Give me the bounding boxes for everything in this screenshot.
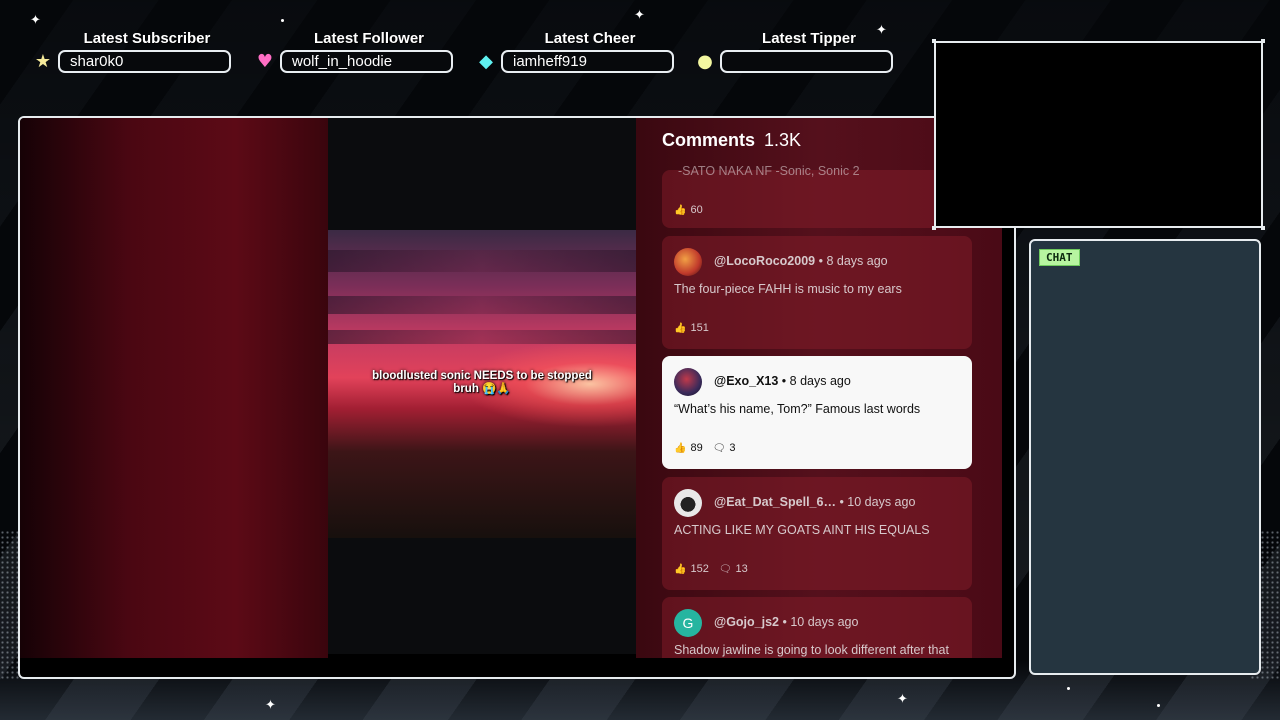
chat-panel[interactable]: CHAT — [1029, 239, 1261, 675]
comment-card[interactable]: @Eat_Dat_Spell_6… • 10 days ago ACTING L… — [662, 477, 972, 590]
frame-corner — [932, 226, 936, 230]
comments-header: Comments 1.3K — [662, 130, 801, 151]
stat-label: Latest Follower — [313, 30, 425, 47]
stat-value: shar0k0 — [58, 50, 231, 73]
comment-meta: @Eat_Dat_Spell_6… • 10 days ago — [714, 495, 916, 509]
video-frame[interactable]: bloodlusted sonic NEEDS to be stopped br… — [328, 230, 636, 538]
left-red-panel — [20, 118, 328, 658]
coin-icon: ● — [697, 51, 713, 72]
comments-title: Comments — [662, 130, 756, 150]
cloud-band — [328, 330, 636, 344]
reply-icon: 🗨 — [712, 442, 726, 454]
comment-actions: 👍 151 — [674, 322, 709, 334]
stat-value — [720, 50, 893, 73]
avatar[interactable]: G — [674, 609, 702, 637]
star-dot — [1157, 704, 1160, 707]
comment-text: The four-piece FAHH is music to my ears — [674, 282, 902, 296]
comment-card-selected[interactable]: @Exo_X13 • 8 days ago “What’s his name, … — [662, 356, 972, 469]
thumbs-up-icon: 👍 — [674, 322, 687, 334]
thumbs-up-icon: 👍 — [674, 204, 687, 216]
star-icon: ★ — [34, 51, 52, 72]
comment-time: 10 days ago — [847, 495, 916, 509]
comment-card[interactable]: G @Gojo_js2 • 10 days ago Shadow jawline… — [662, 597, 972, 658]
like-count: 89 — [690, 442, 703, 454]
video-player[interactable]: bloodlusted sonic NEEDS to be stopped br… — [328, 118, 636, 654]
comment-card[interactable]: @LocoRoco2009 • 8 days ago The four-piec… — [662, 236, 972, 349]
comments-count: 1.3K — [764, 130, 802, 150]
star-dot — [1067, 687, 1070, 690]
stat-value: wolf_in_hoodie — [280, 50, 453, 73]
like-button[interactable]: 👍 152 — [674, 563, 709, 575]
comment-card[interactable]: -SATO NAKA NF -Sonic, Sonic 2 👍 60 — [662, 164, 972, 228]
thumbs-up-icon: 👍 — [674, 563, 687, 575]
comment-time: 8 days ago — [789, 374, 851, 388]
like-count: 151 — [690, 322, 709, 334]
stat-label: Latest Subscriber — [83, 30, 211, 47]
comment-author[interactable]: @LocoRoco2009 — [714, 254, 815, 268]
like-count: 152 — [690, 563, 709, 575]
comment-text: -SATO NAKA NF -Sonic, Sonic 2 — [678, 164, 860, 178]
comment-author[interactable]: @Exo_X13 — [714, 374, 778, 388]
gem-icon: ◆ — [479, 51, 493, 72]
comment-meta: @Exo_X13 • 8 days ago — [714, 374, 851, 388]
thumbs-up-icon: 👍 — [674, 442, 687, 454]
avatar[interactable] — [674, 489, 702, 517]
comment-meta: @LocoRoco2009 • 8 days ago — [714, 254, 888, 268]
comment-author[interactable]: @Gojo_js2 — [714, 615, 779, 629]
comment-text: “What’s his name, Tom?” Famous last word… — [674, 402, 921, 416]
comment-actions: 👍 89 🗨 3 — [674, 442, 736, 454]
stat-value: iamheff919 — [501, 50, 674, 73]
reply-button[interactable]: 🗨 13 — [719, 563, 748, 575]
stat-label: Latest Tipper — [762, 30, 856, 47]
comment-actions: 👍 60 — [674, 204, 703, 216]
star-dot — [281, 19, 284, 22]
like-button[interactable]: 👍 60 — [674, 204, 703, 216]
comment-time: 8 days ago — [826, 254, 888, 268]
sparkle-icon: ✦ — [30, 13, 41, 28]
reply-count: 3 — [729, 442, 736, 454]
webcam-frame — [932, 39, 1265, 230]
cloud-band — [328, 296, 636, 314]
main-capture-frame: bloodlusted sonic NEEDS to be stopped br… — [18, 116, 1016, 679]
reply-icon: 🗨 — [718, 563, 732, 575]
like-button[interactable]: 👍 151 — [674, 322, 709, 334]
like-count: 60 — [690, 204, 703, 216]
video-caption: bloodlusted sonic NEEDS to be stopped br… — [372, 370, 592, 395]
sparkle-icon: ✦ — [634, 8, 645, 23]
frame-corner — [932, 39, 936, 43]
avatar[interactable] — [674, 248, 702, 276]
heart-icon: ♥ — [256, 51, 274, 72]
cloud-band — [328, 250, 636, 272]
frame-corner — [1261, 226, 1265, 230]
sparkle-icon: ✦ — [897, 692, 908, 707]
like-button[interactable]: 👍 89 — [674, 442, 703, 454]
comment-meta: @Gojo_js2 • 10 days ago — [714, 615, 859, 629]
frame-corner — [1261, 39, 1265, 43]
comment-time: 10 days ago — [790, 615, 859, 629]
stat-label: Latest Cheer — [544, 30, 636, 47]
reply-count: 13 — [735, 563, 748, 575]
comment-text: ACTING LIKE MY GOATS AINT HIS EQUALS — [674, 523, 930, 537]
avatar[interactable] — [674, 368, 702, 396]
comment-author[interactable]: @Eat_Dat_Spell_6… — [714, 495, 836, 509]
reply-button[interactable]: 🗨 3 — [713, 442, 736, 454]
comment-text: Shadow jawline is going to look differen… — [674, 643, 949, 657]
chat-label: CHAT — [1039, 249, 1080, 266]
comment-actions: 👍 152 🗨 13 — [674, 563, 748, 575]
sparkle-icon: ✦ — [265, 698, 276, 713]
